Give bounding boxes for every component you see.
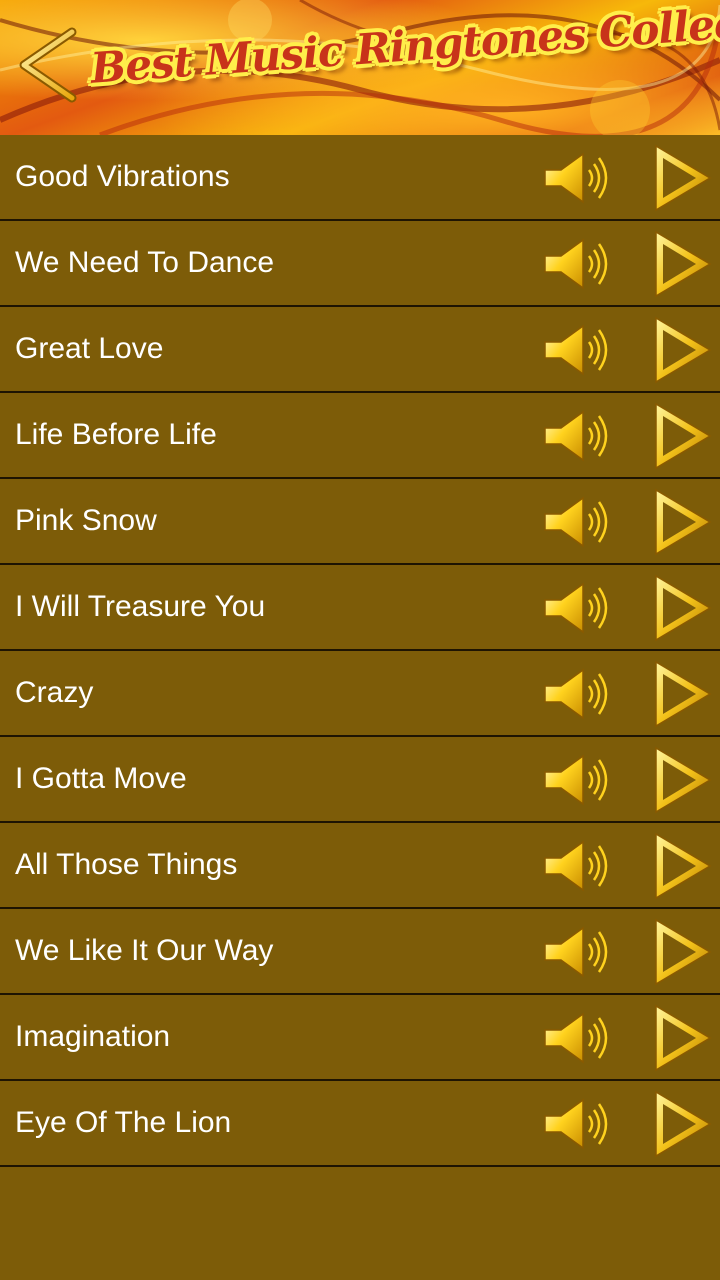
ringtone-title: Good Vibrations bbox=[15, 160, 230, 193]
speaker-icon[interactable] bbox=[543, 926, 617, 978]
ringtone-title: We Like It Our Way bbox=[15, 934, 274, 967]
speaker-icon[interactable] bbox=[543, 668, 617, 720]
play-icon[interactable] bbox=[652, 402, 712, 470]
ringtone-title: Life Before Life bbox=[15, 418, 217, 451]
ringtone-row[interactable]: Eye Of The Lion bbox=[0, 1081, 720, 1167]
ringtone-row[interactable]: I Will Treasure You bbox=[0, 565, 720, 651]
play-icon[interactable] bbox=[652, 832, 712, 900]
speaker-icon[interactable] bbox=[543, 582, 617, 634]
ringtone-title: Crazy bbox=[15, 676, 94, 709]
ringtone-title: Pink Snow bbox=[15, 504, 157, 537]
play-icon[interactable] bbox=[652, 574, 712, 642]
ringtone-title: Eye Of The Lion bbox=[15, 1106, 232, 1139]
ringtone-row[interactable]: Pink Snow bbox=[0, 479, 720, 565]
speaker-icon[interactable] bbox=[543, 1012, 617, 1064]
play-icon[interactable] bbox=[652, 918, 712, 986]
ringtone-list: Good Vibrations We Need To Dance Great Lov… bbox=[0, 135, 720, 1167]
ringtone-row[interactable]: I Gotta Move bbox=[0, 737, 720, 823]
ringtone-title: All Those Things bbox=[15, 848, 238, 881]
speaker-icon[interactable] bbox=[543, 1098, 617, 1150]
speaker-icon[interactable] bbox=[543, 496, 617, 548]
ringtone-title: Great Love bbox=[15, 332, 164, 365]
speaker-icon[interactable] bbox=[543, 410, 617, 462]
ringtone-row[interactable]: Crazy bbox=[0, 651, 720, 737]
ringtone-title: We Need To Dance bbox=[15, 246, 275, 279]
ringtone-title: I Gotta Move bbox=[15, 762, 187, 795]
play-icon[interactable] bbox=[652, 144, 712, 212]
ringtone-row[interactable]: Good Vibrations bbox=[0, 135, 720, 221]
play-icon[interactable] bbox=[652, 488, 712, 556]
ringtone-row[interactable]: We Like It Our Way bbox=[0, 909, 720, 995]
speaker-icon[interactable] bbox=[543, 152, 617, 204]
play-icon[interactable] bbox=[652, 1004, 712, 1072]
play-icon[interactable] bbox=[652, 1090, 712, 1158]
back-button[interactable] bbox=[6, 20, 86, 110]
play-icon[interactable] bbox=[652, 316, 712, 384]
speaker-icon[interactable] bbox=[543, 324, 617, 376]
play-icon[interactable] bbox=[652, 660, 712, 728]
ringtone-row[interactable]: We Need To Dance bbox=[0, 221, 720, 307]
speaker-icon[interactable] bbox=[543, 840, 617, 892]
speaker-icon[interactable] bbox=[543, 754, 617, 806]
back-arrow-icon bbox=[19, 27, 77, 103]
ringtone-title: I Will Treasure You bbox=[15, 590, 266, 623]
ringtone-row[interactable]: Life Before Life bbox=[0, 393, 720, 479]
ringtone-title: Imagination bbox=[15, 1020, 171, 1053]
speaker-icon[interactable] bbox=[543, 238, 617, 290]
ringtone-row[interactable]: Great Love bbox=[0, 307, 720, 393]
play-icon[interactable] bbox=[652, 746, 712, 814]
app-header: Best Music Ringtones Collection bbox=[0, 0, 720, 135]
ringtone-row[interactable]: All Those Things bbox=[0, 823, 720, 909]
play-icon[interactable] bbox=[652, 230, 712, 298]
ringtone-row[interactable]: Imagination bbox=[0, 995, 720, 1081]
